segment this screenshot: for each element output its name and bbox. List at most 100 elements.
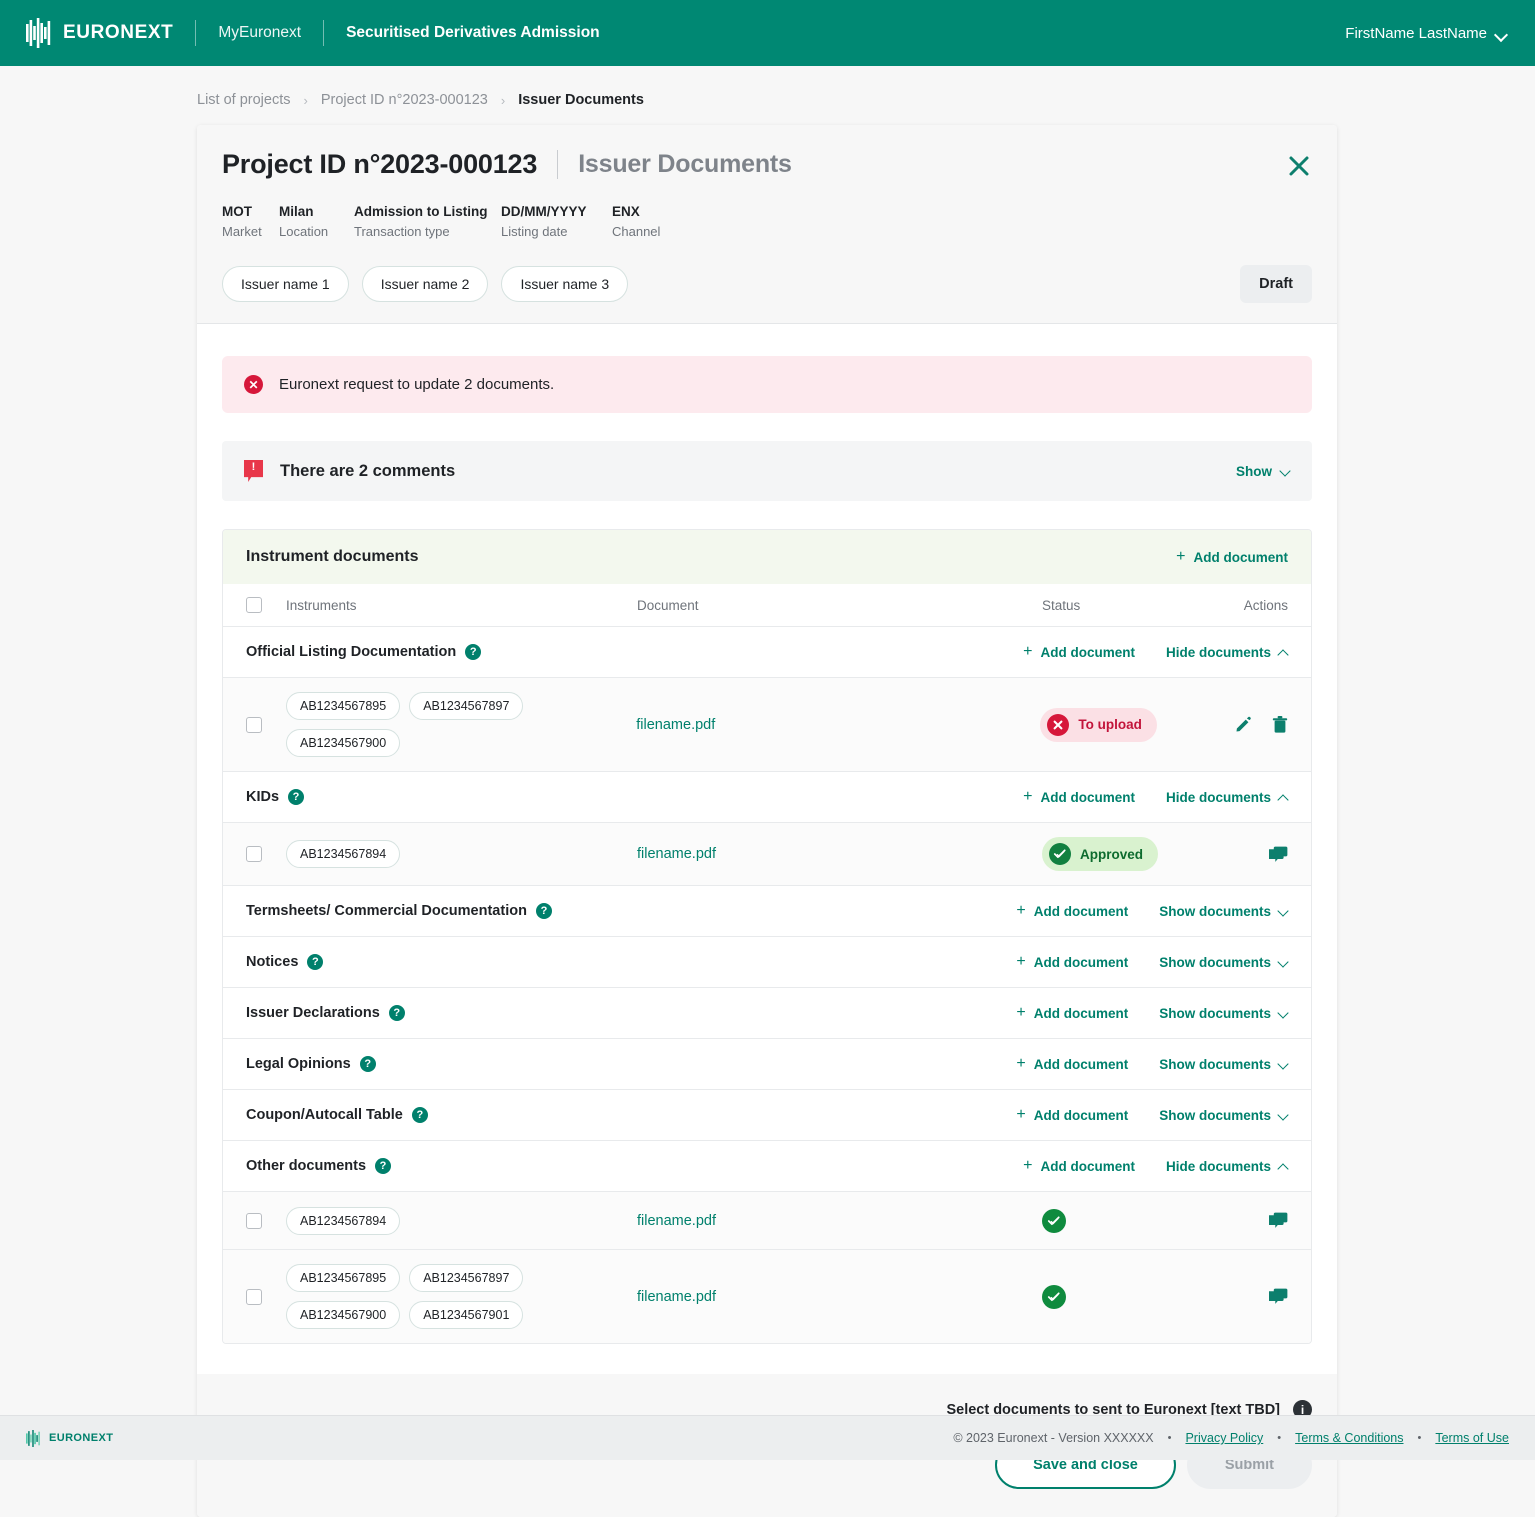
show-comments-toggle[interactable]: Show (1236, 464, 1290, 479)
plus-icon: + (1016, 953, 1026, 970)
app-title: Securitised Derivatives Admission (346, 24, 600, 41)
status-label: To upload (1078, 717, 1142, 732)
section-title: Instrument documents (246, 548, 419, 565)
column-header-document: Document (637, 597, 699, 613)
row-checkbox[interactable] (246, 1212, 262, 1229)
terms-of-use-link[interactable]: Terms of Use (1435, 1431, 1509, 1445)
issuer-chip[interactable]: Issuer name 3 (501, 266, 629, 302)
help-icon[interactable]: ? (307, 954, 324, 970)
toggle-documents-button[interactable]: Hide documents (1166, 790, 1288, 805)
close-icon[interactable] (1285, 152, 1313, 180)
page-title: Project ID n°2023-000123 (222, 149, 538, 179)
table-row: AB1234567895 AB1234567897 AB1234567900 AB12… (223, 1250, 1311, 1343)
toggle-documents-button[interactable]: Hide documents (1166, 1159, 1288, 1174)
meta-channel: ENX Channel (612, 204, 660, 239)
select-all-checkbox[interactable] (246, 597, 262, 613)
row-actions (1237, 846, 1288, 863)
user-menu[interactable]: FirstName LastName (1345, 25, 1507, 42)
delete-icon[interactable] (1272, 715, 1288, 734)
toggle-documents-label: Show documents (1159, 1056, 1271, 1072)
status-badge: Draft (1240, 265, 1312, 303)
edit-icon[interactable] (1235, 716, 1252, 733)
myeuronext-link[interactable]: MyEuronext (218, 24, 301, 42)
privacy-policy-link[interactable]: Privacy Policy (1185, 1431, 1263, 1445)
document-link[interactable]: filename.pdf (637, 1289, 716, 1305)
add-document-button[interactable]: + Add document (1016, 903, 1128, 919)
footer-logo[interactable]: EURONEXT (26, 1429, 113, 1447)
check-icon (1042, 1208, 1066, 1233)
help-icon[interactable]: ? (375, 1158, 392, 1174)
document-groups: Official Listing Documentation? + Add docu… (223, 627, 1311, 1343)
document-link[interactable]: filename.pdf (637, 846, 716, 862)
dot-separator: • (1417, 1432, 1422, 1444)
add-document-button[interactable]: + Add document (1016, 1056, 1128, 1072)
terms-conditions-link[interactable]: Terms & Conditions (1295, 1431, 1403, 1445)
page-subtitle: Issuer Documents (578, 150, 792, 178)
issuer-chip[interactable]: Issuer name 1 (222, 266, 349, 302)
row-checkbox[interactable] (246, 1288, 262, 1305)
issuer-chip-row: Issuer name 1 Issuer name 2 Issuer name … (222, 265, 1312, 303)
toggle-documents-label: Show documents (1159, 1005, 1271, 1021)
document-link[interactable]: filename.pdf (636, 717, 715, 733)
add-document-button[interactable]: + Add document (1023, 789, 1135, 805)
toggle-documents-button[interactable]: Show documents (1159, 904, 1288, 919)
chevron-up-icon (1279, 648, 1288, 657)
toggle-documents-button[interactable]: Show documents (1159, 1057, 1288, 1072)
help-icon[interactable]: ? (359, 1056, 376, 1072)
row-actions (1235, 715, 1288, 734)
chevron-down-icon (1279, 1009, 1288, 1018)
comment-flag-icon (244, 460, 263, 482)
error-alert: ✕ Euronext request to update 2 documents… (222, 356, 1312, 413)
comment-icon[interactable] (1269, 846, 1288, 863)
document-link[interactable]: filename.pdf (637, 1213, 716, 1229)
check-icon (1049, 843, 1071, 865)
comments-bar: There are 2 comments Show (222, 441, 1312, 501)
add-document-label: Add document (1040, 1158, 1135, 1174)
comment-icon[interactable] (1269, 1288, 1288, 1305)
instrument-list: AB1234567895 AB1234567897 AB1234567900 AB12… (286, 1264, 637, 1329)
table-row: AB1234567895 AB1234567897 AB1234567900 file… (223, 678, 1311, 772)
toggle-documents-button[interactable]: Show documents (1159, 955, 1288, 970)
euronext-logo[interactable]: EURONEXT (26, 18, 173, 48)
toggle-documents-button[interactable]: Show documents (1159, 1108, 1288, 1123)
alert-text: Euronext request to update 2 documents. (279, 376, 555, 393)
add-document-button[interactable]: + Add document (1176, 549, 1288, 565)
instrument-chip: AB1234567897 (409, 1264, 524, 1292)
issuer-chip[interactable]: Issuer name 2 (361, 266, 489, 302)
row-checkbox[interactable] (246, 846, 262, 862)
document-group-name: Issuer Declarations? (246, 1005, 405, 1021)
instrument-documents-section: Instrument documents + Add document Inst… (222, 529, 1312, 1344)
help-icon[interactable]: ? (465, 644, 482, 660)
help-icon[interactable]: ? (411, 1107, 428, 1123)
add-document-button[interactable]: + Add document (1016, 1005, 1128, 1021)
brand-wordmark: EURONEXT (63, 22, 174, 43)
section-header: Instrument documents + Add document (223, 530, 1311, 584)
breadcrumb: List of projects › Project ID n°2023-000… (0, 66, 1535, 108)
meta-label: Market (222, 224, 262, 239)
chevron-up-icon (1279, 793, 1288, 802)
document-group-header: Other documents? + Add document Hide docume… (223, 1141, 1311, 1192)
meta-label: Transaction type (354, 224, 450, 239)
breadcrumb-item-project[interactable]: Project ID n°2023-000123 (321, 92, 488, 108)
toggle-documents-label: Show documents (1159, 903, 1271, 919)
add-document-button[interactable]: + Add document (1016, 1107, 1128, 1123)
add-document-button[interactable]: + Add document (1016, 954, 1128, 970)
toggle-documents-button[interactable]: Show documents (1159, 1006, 1288, 1021)
add-document-button[interactable]: + Add document (1023, 644, 1135, 660)
help-icon[interactable]: ? (535, 903, 552, 919)
column-header-instruments: Instruments (286, 597, 357, 613)
instrument-chip: AB1234567897 (409, 692, 524, 720)
add-document-label: Add document (1033, 1005, 1129, 1021)
comment-icon[interactable] (1269, 1212, 1288, 1229)
group-actions: + Add document Hide documents (1023, 1158, 1288, 1174)
divider (195, 20, 197, 46)
help-icon[interactable]: ? (388, 1005, 405, 1021)
meta-label: Listing date (501, 224, 568, 239)
breadcrumb-item-projects[interactable]: List of projects (197, 92, 291, 108)
table-row: AB1234567894 filename.pdf (223, 1192, 1311, 1250)
help-icon[interactable]: ? (288, 789, 305, 805)
toggle-documents-label: Show documents (1159, 954, 1271, 970)
row-checkbox[interactable] (246, 716, 262, 733)
toggle-documents-button[interactable]: Hide documents (1166, 645, 1288, 660)
add-document-button[interactable]: + Add document (1023, 1158, 1135, 1174)
